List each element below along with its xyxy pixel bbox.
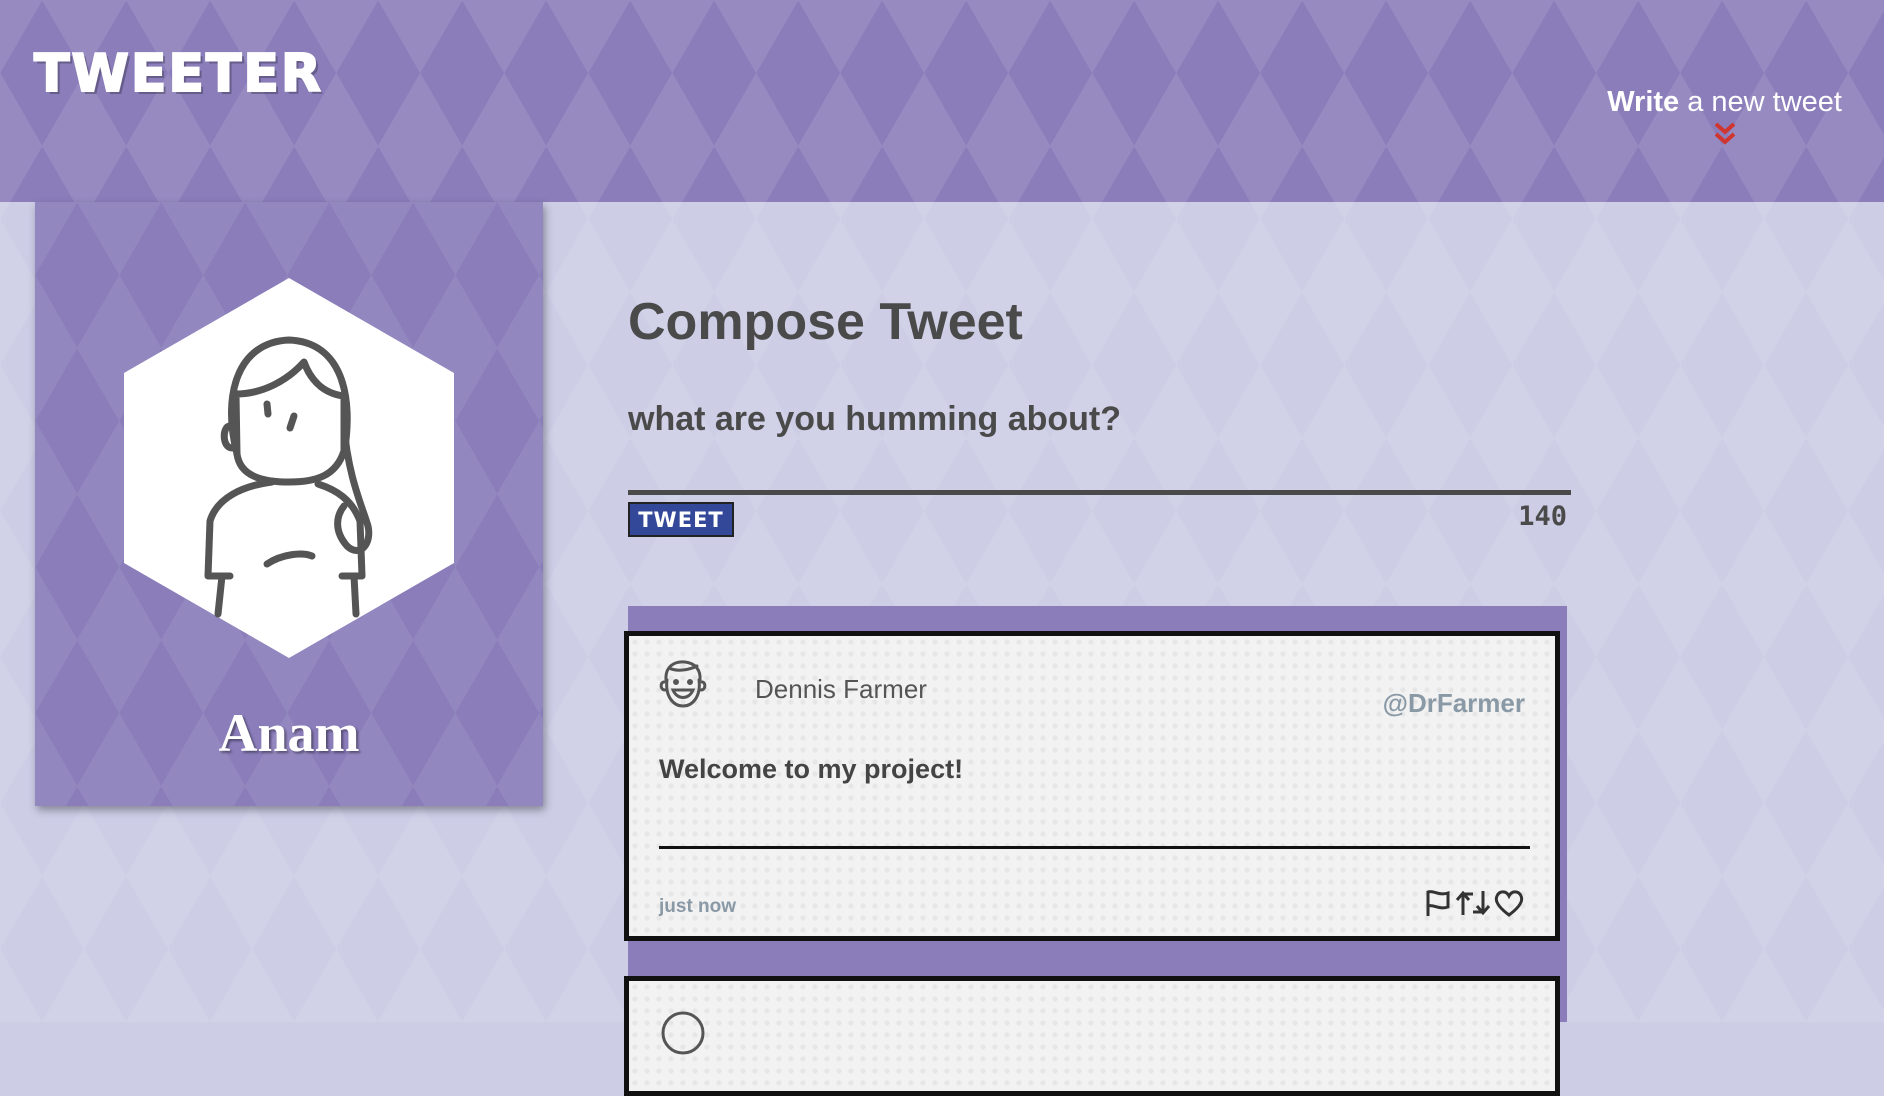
brand-logo[interactable]: TWEETER	[33, 43, 323, 105]
tweet-author-handle: @DrFarmer	[1382, 688, 1525, 718]
heart-icon[interactable]	[1493, 888, 1525, 923]
compose-prompt: what are you humming about?	[628, 400, 1122, 438]
retweet-icon[interactable]	[1455, 888, 1491, 923]
tweet-actions	[1423, 888, 1525, 923]
tweet-card: Dennis Farmer @DrFarmer Welcome to my pr…	[624, 631, 1560, 941]
user-avatar-icon	[659, 660, 707, 708]
tweet-text-input[interactable]	[628, 448, 1571, 495]
double-chevron-down-icon	[1714, 122, 1735, 145]
tweet-timestamp: just now	[659, 896, 737, 917]
tweet-author-name: Dennis Farmer	[755, 674, 927, 704]
tweet-button[interactable]: TWEET	[628, 502, 734, 537]
tweet-feed: Dennis Farmer @DrFarmer Welcome to my pr…	[624, 606, 1567, 1096]
profile-card: Anam	[35, 202, 543, 806]
tweet-body: Welcome to my project!	[659, 754, 964, 784]
char-counter: 140	[1518, 501, 1567, 532]
flag-icon[interactable]	[1423, 888, 1453, 923]
write-label-strong: Write	[1607, 86, 1680, 118]
write-new-tweet-toggle[interactable]: Write a new tweet	[1607, 86, 1842, 147]
profile-avatar	[124, 278, 454, 658]
tweet-divider	[659, 846, 1530, 849]
tweet-card	[624, 976, 1560, 1096]
top-nav: TWEETER Write a new tweet	[0, 0, 1884, 202]
compose-title: Compose Tweet	[628, 293, 1023, 351]
write-label-rest: a new tweet	[1679, 86, 1842, 118]
user-avatar-icon	[661, 1011, 705, 1055]
profile-name: Anam	[218, 703, 360, 763]
